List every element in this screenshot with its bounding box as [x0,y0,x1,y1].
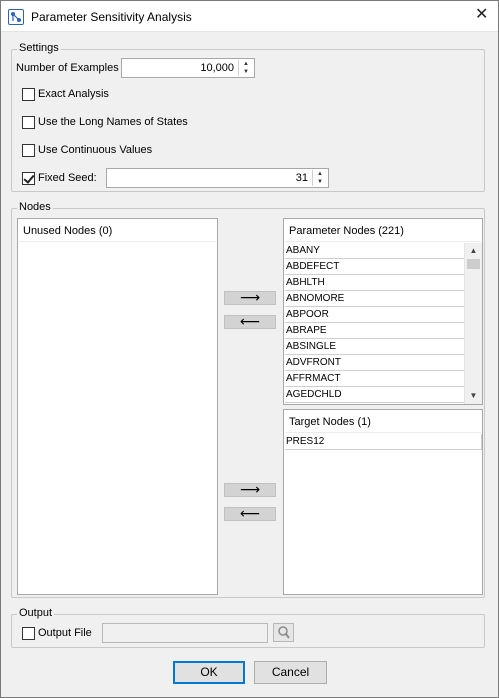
scroll-up-icon[interactable]: ▲ [465,246,482,255]
exact-analysis-label: Exact Analysis [38,88,109,100]
examples-label: Number of Examples [16,62,119,74]
fixed-seed-spinner[interactable]: 31 ▲ ▼ [106,168,329,188]
parameter-node-item[interactable]: ABNOMORE [285,291,465,307]
long-names-checkbox[interactable] [22,116,35,129]
scroll-down-icon[interactable]: ▼ [465,391,482,400]
fixed-seed-spinner-buttons[interactable]: ▲ ▼ [312,170,327,186]
parameter-node-item[interactable]: ABPOOR [285,307,465,323]
parameter-node-item[interactable]: ABSINGLE [285,339,465,355]
output-file-checkbox[interactable] [22,627,35,640]
close-icon[interactable]: ✕ [475,6,488,24]
fixed-seed-label: Fixed Seed: [38,172,97,184]
continuous-values-checkbox[interactable] [22,144,35,157]
continuous-values-label: Use Continuous Values [38,144,153,156]
spin-down-icon[interactable]: ▼ [313,178,327,186]
dialog-window: Parameter Sensitivity Analysis ✕ Setting… [0,0,499,698]
output-file-path-field[interactable] [102,623,268,643]
parameter-node-item[interactable]: ABHLTH [285,275,465,291]
parameter-nodes-list[interactable]: Parameter Nodes (221) ABANY ABDEFECT ABHLT… [283,218,483,405]
unused-nodes-header: Unused Nodes (0) [19,220,216,242]
fixed-seed-checkbox[interactable] [22,172,35,185]
add-parameter-node-button[interactable]: ⟶ [224,290,276,305]
parameter-node-item[interactable]: AGEDCHLD [285,387,465,403]
examples-value[interactable]: 10,000 [200,62,234,74]
examples-spinner[interactable]: 10,000 ▲ ▼ [121,58,255,78]
browse-output-button[interactable] [273,623,294,642]
title-bar[interactable]: Parameter Sensitivity Analysis ✕ [1,1,498,32]
parameter-node-item[interactable]: ABDEFECT [285,259,465,275]
cancel-button[interactable]: Cancel [254,661,327,684]
parameter-nodes-scrollbar[interactable]: ▲ ▼ [464,243,482,404]
scrollbar-thumb[interactable] [467,259,480,269]
fixed-seed-value[interactable]: 31 [296,172,308,184]
parameter-node-item[interactable]: ABRAPE [285,323,465,339]
parameter-node-item[interactable]: ABANY [285,243,465,259]
target-nodes-items: PRES12 [285,434,482,450]
examples-spinner-buttons[interactable]: ▲ ▼ [238,60,253,76]
network-graph-icon [8,9,24,25]
remove-target-node-button[interactable]: ⟵ [224,506,276,521]
remove-parameter-node-button[interactable]: ⟵ [224,314,276,329]
add-target-node-button[interactable]: ⟶ [224,482,276,497]
window-title: Parameter Sensitivity Analysis [31,10,192,24]
ok-button[interactable]: OK [173,661,245,684]
parameter-node-item[interactable]: ADVFRONT [285,355,465,371]
parameter-node-item[interactable]: AFFRMACT [285,371,465,387]
target-nodes-header: Target Nodes (1) [285,411,481,433]
target-nodes-list[interactable]: Target Nodes (1) PRES12 [283,409,483,595]
magnifier-icon [278,626,290,639]
parameter-nodes-items: ABANY ABDEFECT ABHLTH ABNOMORE ABPOOR ABRAPE A… [285,243,465,403]
exact-analysis-checkbox[interactable] [22,88,35,101]
unused-nodes-list[interactable]: Unused Nodes (0) [17,218,218,595]
spin-up-icon[interactable]: ▲ [239,60,253,68]
output-legend: Output [17,607,55,619]
target-node-item[interactable]: PRES12 [285,434,482,450]
settings-legend: Settings [17,42,61,54]
nodes-legend: Nodes [17,201,53,213]
parameter-nodes-header: Parameter Nodes (221) [285,220,481,242]
spin-up-icon[interactable]: ▲ [313,170,327,178]
long-names-label: Use the Long Names of States [38,116,188,128]
output-file-label: Output File [38,627,92,639]
spin-down-icon[interactable]: ▼ [239,68,253,76]
